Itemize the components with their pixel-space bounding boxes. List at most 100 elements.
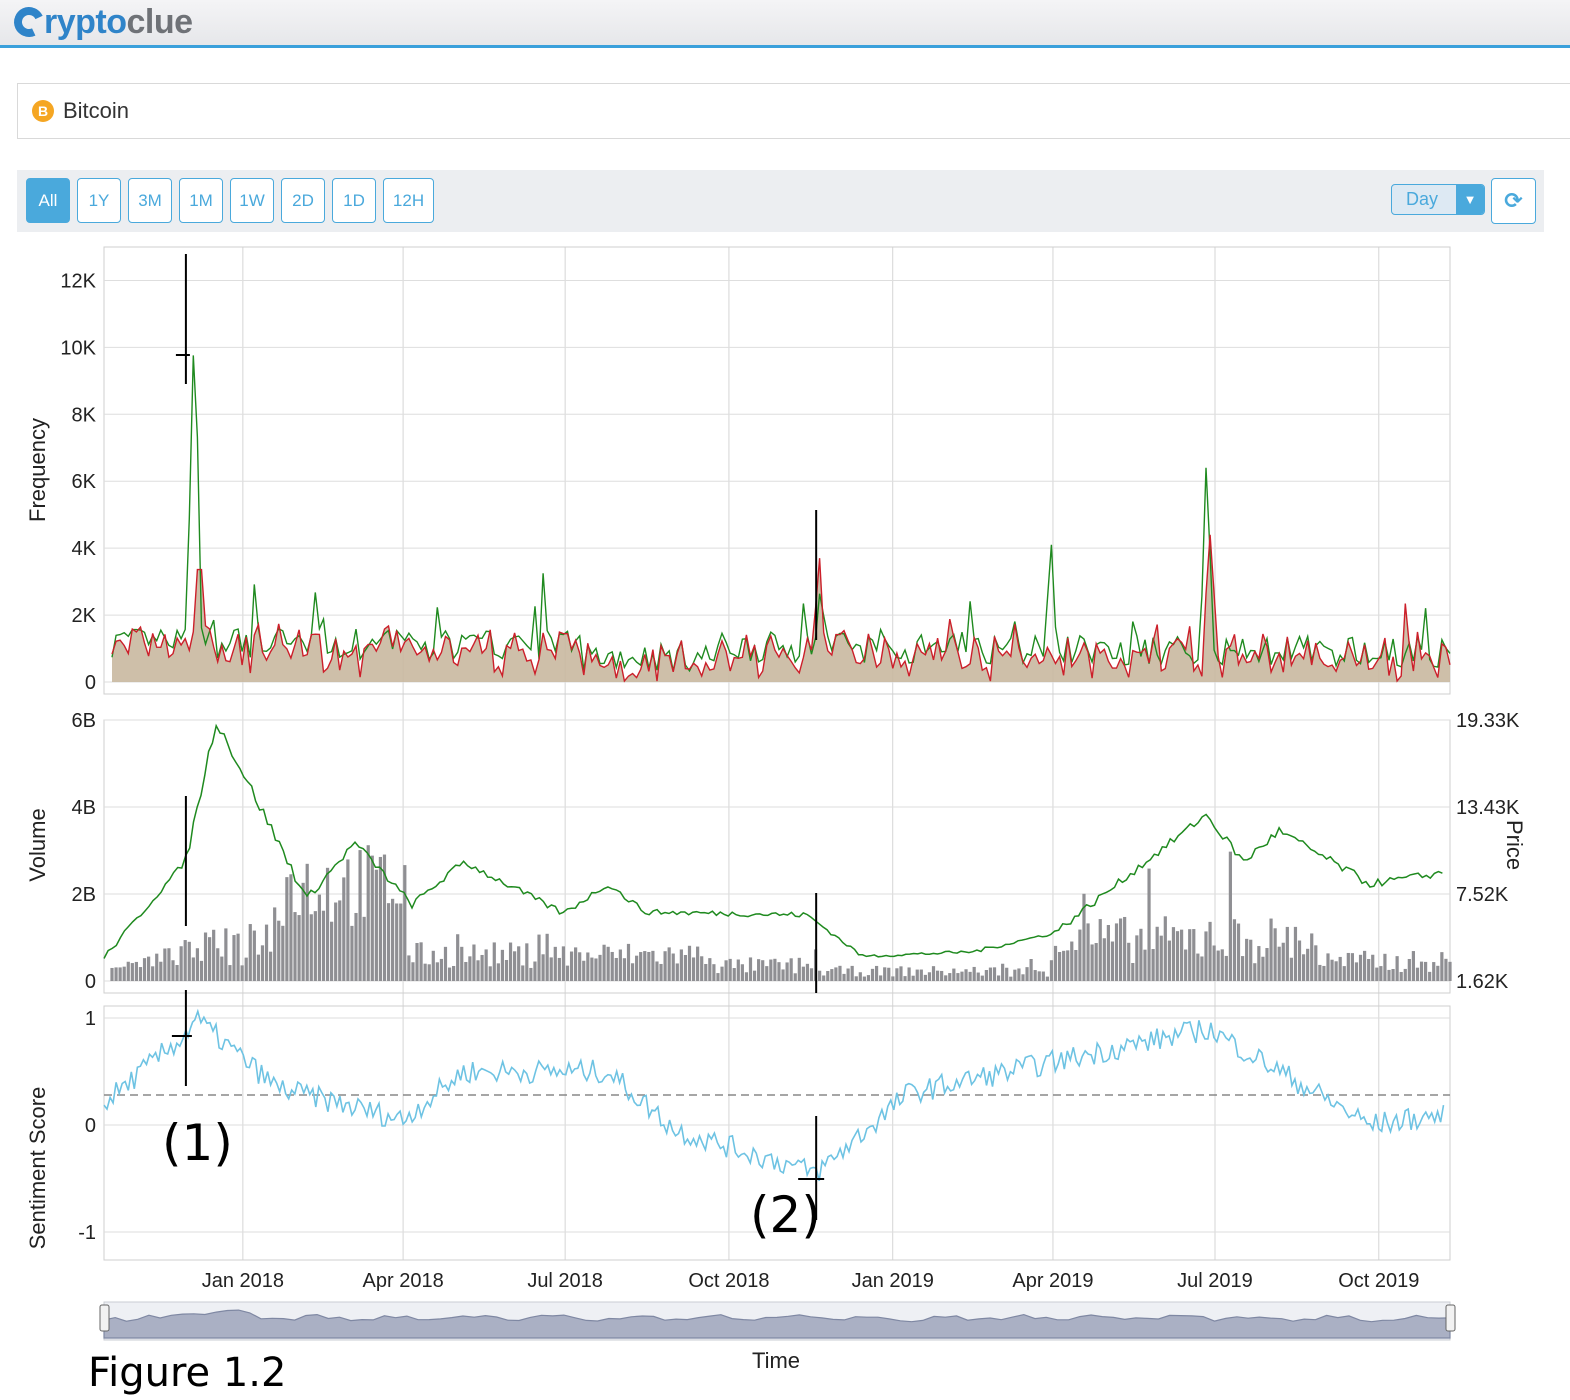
volume-bar [687,945,692,981]
volume-bar [1297,940,1302,981]
volume-bar [134,961,139,981]
volume-bar [399,903,403,981]
volume-bar [1265,948,1269,981]
volume-bar [508,942,513,981]
navigator-handle-left[interactable] [99,1304,110,1332]
volume-bar [1070,941,1074,981]
volume-bar [1127,942,1131,981]
volume-bar [374,869,378,981]
volume-bar [1033,970,1037,981]
volume-bar [744,972,749,981]
volume-bar [313,911,317,981]
volume-bar [960,971,964,981]
volume-bar [488,966,492,981]
range-navigator[interactable] [99,1301,1456,1341]
volume-bar [769,959,773,981]
volume-bar [452,965,456,981]
volume-bar [854,976,858,981]
volume-bar [1041,971,1045,981]
volume-bar [1277,946,1281,981]
x-tick-label: Apr 2018 [363,1270,444,1292]
sentiment-tick-label: 0 [85,1115,96,1137]
volume-bar [1301,954,1306,981]
x-tick-label: Oct 2018 [688,1270,769,1292]
volume-bar [1326,953,1330,981]
volume-bar [293,912,297,981]
volume-bar [1192,929,1196,981]
volume-bar [1135,935,1139,981]
volume-bar [378,856,383,981]
volume-bar [903,976,907,981]
volume-bar [1123,916,1127,981]
volume-bar [155,953,159,981]
volume-bar [167,948,171,981]
volume-bar [130,963,134,981]
volume-bar [1318,964,1322,981]
volume-bar [801,966,805,981]
volume-bar [809,968,814,981]
volume-bar [1208,921,1212,981]
volume-bar [1171,927,1176,981]
volume-bar [1334,961,1338,981]
volume-bar [1362,950,1367,981]
volume-bar [1110,941,1115,981]
volume-bar [976,972,980,981]
volume-bar [964,969,968,981]
volume-bar [1021,974,1025,981]
volume-bar [212,929,216,981]
chart-grid [103,246,1451,1261]
volume-bar [574,947,578,981]
sentiment-line [103,1008,1445,1182]
volume-bar [289,874,293,981]
volume-bar [1175,931,1180,981]
volume-bar [671,953,675,981]
navigator-handle-right[interactable] [1445,1304,1456,1332]
volume-bar [281,925,285,981]
chart-svg: Jan 2018 Apr 2018 Jul 2018 Oct 2018 Jan 2019… [25,246,1527,1396]
volume-bar [504,959,509,981]
volume-bar [1098,919,1102,981]
volume-bar [549,957,553,981]
volume-bar [1399,971,1403,981]
volume-bar [728,958,732,981]
volume-bar [220,956,224,981]
volume-bar [338,900,342,981]
volume-bar [1383,953,1387,981]
volume-bar [919,969,923,981]
volume-bar [870,968,875,981]
volume-bar [598,954,602,981]
volume-bar [1045,976,1049,981]
volume-bar [269,951,273,981]
volume-bar [785,962,789,981]
volume-bar [179,946,183,981]
volume-bar [171,960,175,981]
volume-bar [203,932,208,981]
volume-bar [1423,961,1428,981]
volume-bar [1354,962,1359,981]
volume-bar [521,965,525,981]
volume-bar [992,967,997,981]
volume-bar [1440,952,1444,981]
volume-bar [1053,945,1058,981]
volume-axis-label: Volume [25,808,50,881]
volume-bar [789,958,793,981]
volume-bar [805,963,810,981]
volume-bar [447,967,452,981]
volume-bar [484,949,488,981]
frequency-axis-label: Frequency [25,418,50,522]
volume-bar [1346,952,1350,981]
volume-bar [911,975,915,981]
x-tick-label: Jan 2018 [202,1270,284,1292]
volume-bar [1204,931,1208,981]
volume-bar [874,965,879,981]
volume-bar [354,912,358,981]
x-tick-label: Apr 2019 [1012,1270,1093,1292]
volume-bar [1314,945,1318,981]
volume-bar [533,961,537,981]
volume-bar [927,972,932,981]
volume-bar [460,946,464,981]
volume-bar [1257,946,1261,981]
figure-caption: Figure 1.2 [88,1350,286,1396]
volume-bar [862,976,866,981]
panel-frame [103,246,1451,695]
